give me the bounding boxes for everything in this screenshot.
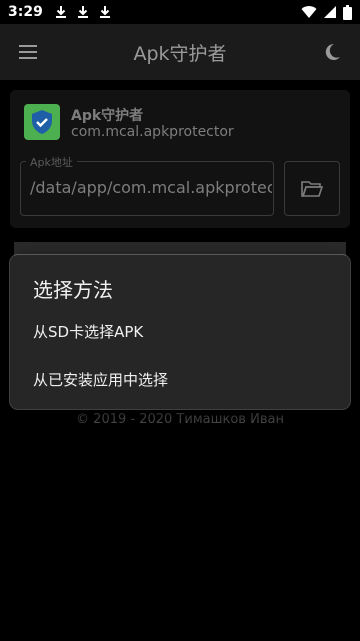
moon-icon	[325, 43, 340, 60]
folder-open-icon	[301, 180, 323, 197]
dialog-title: 选择方法	[33, 278, 113, 302]
apk-path-input[interactable]: /data/app/com.mcal.apkprotect	[30, 178, 272, 197]
toolbar-title: Apk守护者	[133, 42, 227, 65]
download-icon	[77, 6, 88, 18]
option-select-from-installed-apps[interactable]: 从已安装应用中选择	[10, 356, 350, 402]
theme-toggle-button[interactable]	[304, 24, 360, 80]
menu-button[interactable]	[0, 24, 56, 80]
app-card: Apk守护者 com.mcal.apkprotector Apk地址 /data…	[10, 90, 350, 228]
status-bar: 3:29	[0, 0, 360, 24]
signal-icon	[324, 6, 336, 18]
wifi-icon	[301, 6, 317, 19]
select-method-dialog: 选择方法 从SD卡选择APK 从已安装应用中选择	[10, 255, 350, 409]
app-icon	[24, 104, 60, 140]
hamburger-icon	[19, 45, 37, 59]
apk-path-label: Apk地址	[26, 154, 77, 170]
shield-check-icon	[32, 110, 52, 134]
option-select-from-sd-card[interactable]: 从SD卡选择APK	[10, 308, 350, 354]
status-time: 3:29	[8, 4, 43, 20]
app-package-name: com.mcal.apkprotector	[71, 124, 234, 140]
download-icon	[99, 6, 110, 18]
app-name: Apk守护者	[71, 108, 144, 124]
app-toolbar: Apk守护者	[0, 24, 360, 80]
download-icon	[55, 6, 66, 18]
browse-folder-button[interactable]	[284, 161, 340, 216]
battery-icon	[343, 4, 352, 20]
copyright-footer: © 2019 - 2020 Тимашков Иван	[76, 412, 284, 427]
